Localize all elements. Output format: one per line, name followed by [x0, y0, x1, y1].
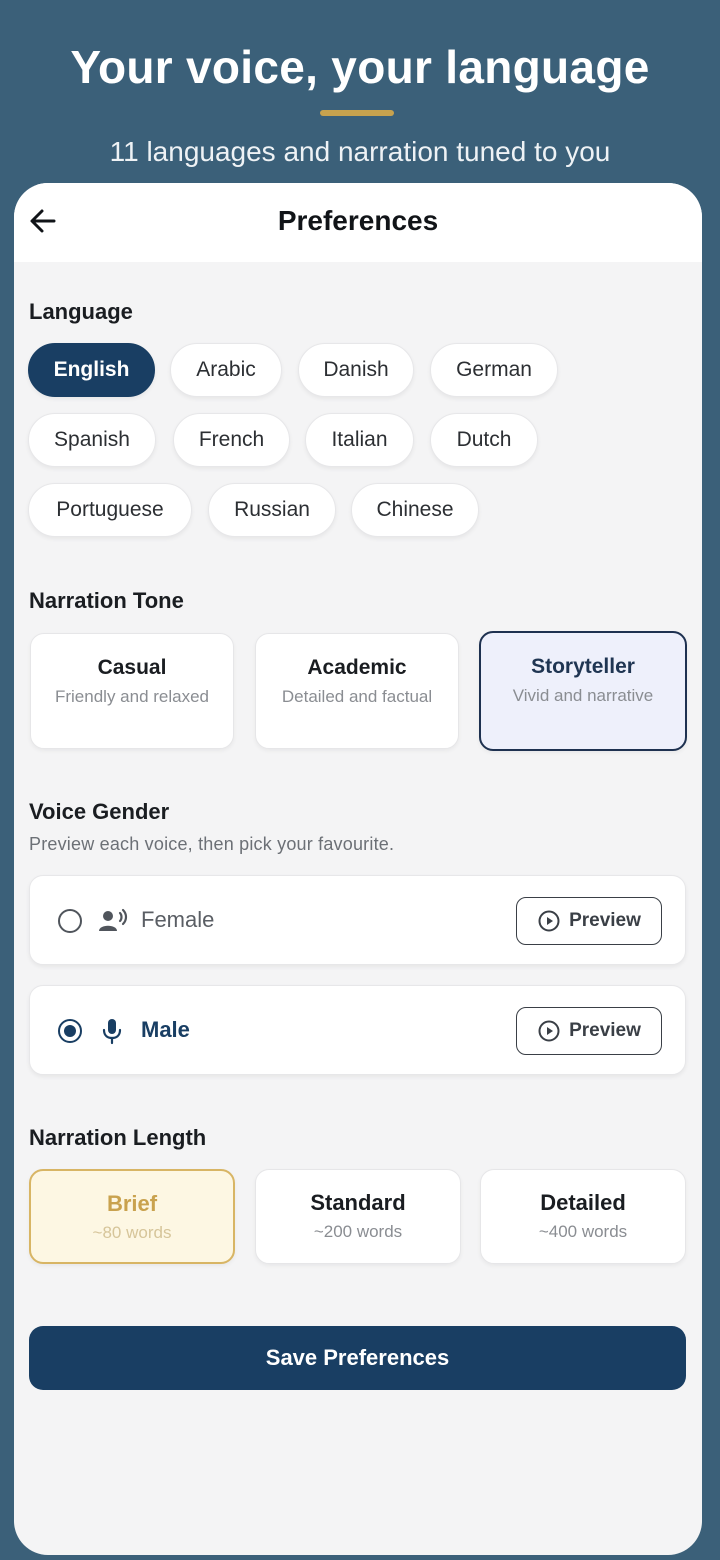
- length-description: ~80 words: [92, 1223, 172, 1242]
- language-chip-dutch[interactable]: Dutch: [430, 413, 538, 467]
- preview-label: Preview: [569, 910, 641, 931]
- language-chip-arabic[interactable]: Arabic: [170, 343, 282, 397]
- length-card-standard[interactable]: Standard ~200 words: [255, 1169, 461, 1264]
- length-card-detailed[interactable]: Detailed ~400 words: [480, 1169, 686, 1264]
- language-chip-italian[interactable]: Italian: [305, 413, 414, 467]
- hero-subtitle: 11 languages and narration tuned to you: [109, 136, 611, 167]
- tone-description: Detailed and factual: [281, 687, 433, 706]
- tone-name: Casual: [97, 656, 167, 679]
- language-chip-danish[interactable]: Danish: [298, 343, 414, 397]
- tone-card-storyteller[interactable]: Storyteller Vivid and narrative: [479, 631, 687, 751]
- play-circle-icon: [538, 1020, 560, 1042]
- hero-title: Your voice, your language: [70, 41, 650, 93]
- narration-tone-label: Narration Tone: [29, 588, 184, 613]
- language-label: Language: [29, 299, 133, 324]
- length-card-brief[interactable]: Brief ~80 words: [29, 1169, 235, 1264]
- voice-label: Male: [141, 1017, 190, 1042]
- length-name: Detailed: [540, 1190, 626, 1215]
- language-chip-portuguese[interactable]: Portuguese: [28, 483, 192, 537]
- preview-label: Preview: [569, 1020, 641, 1041]
- preview-female-button[interactable]: Preview: [516, 897, 662, 945]
- narration-length-label: Narration Length: [29, 1125, 207, 1150]
- hero-accent-rule: [320, 110, 394, 116]
- tone-card-academic[interactable]: Academic Detailed and factual: [255, 633, 459, 749]
- preferences-screen: Preferences Language English Arabic Dani…: [14, 183, 702, 1555]
- language-chip-spanish[interactable]: Spanish: [28, 413, 156, 467]
- tone-description: Vivid and narrative: [512, 686, 654, 705]
- play-circle-icon: [538, 910, 560, 932]
- page-title: Preferences: [277, 205, 439, 236]
- tone-card-casual[interactable]: Casual Friendly and relaxed: [30, 633, 234, 749]
- length-name: Standard: [310, 1190, 406, 1215]
- radio-male[interactable]: [58, 1019, 82, 1043]
- length-description: ~400 words: [538, 1222, 628, 1241]
- voice-label: Female: [141, 907, 215, 932]
- tone-name: Storyteller: [531, 655, 635, 678]
- voice-gender-hint: Preview each voice, then pick your favou…: [29, 834, 395, 854]
- language-chip-chinese[interactable]: Chinese: [351, 483, 479, 537]
- speaking-person-icon: [99, 908, 128, 931]
- language-chip-english[interactable]: English: [28, 343, 155, 397]
- microphone-icon: [102, 1019, 122, 1045]
- radio-female[interactable]: [58, 909, 82, 933]
- length-description: ~200 words: [313, 1222, 403, 1241]
- tone-name: Academic: [307, 656, 407, 679]
- tone-description: Friendly and relaxed: [54, 687, 210, 706]
- language-chip-german[interactable]: German: [430, 343, 558, 397]
- voice-option-male[interactable]: Male Preview: [29, 985, 686, 1075]
- top-bar: Preferences: [14, 183, 702, 262]
- hero-banner: Your voice, your language 11 languages a…: [0, 0, 720, 184]
- language-chip-russian[interactable]: Russian: [208, 483, 336, 537]
- preview-male-button[interactable]: Preview: [516, 1007, 662, 1055]
- save-preferences-button[interactable]: Save Preferences: [29, 1326, 686, 1390]
- language-chip-french[interactable]: French: [173, 413, 290, 467]
- voice-gender-label: Voice Gender: [29, 799, 170, 824]
- voice-option-female[interactable]: Female Preview: [29, 875, 686, 965]
- length-name: Brief: [106, 1191, 158, 1216]
